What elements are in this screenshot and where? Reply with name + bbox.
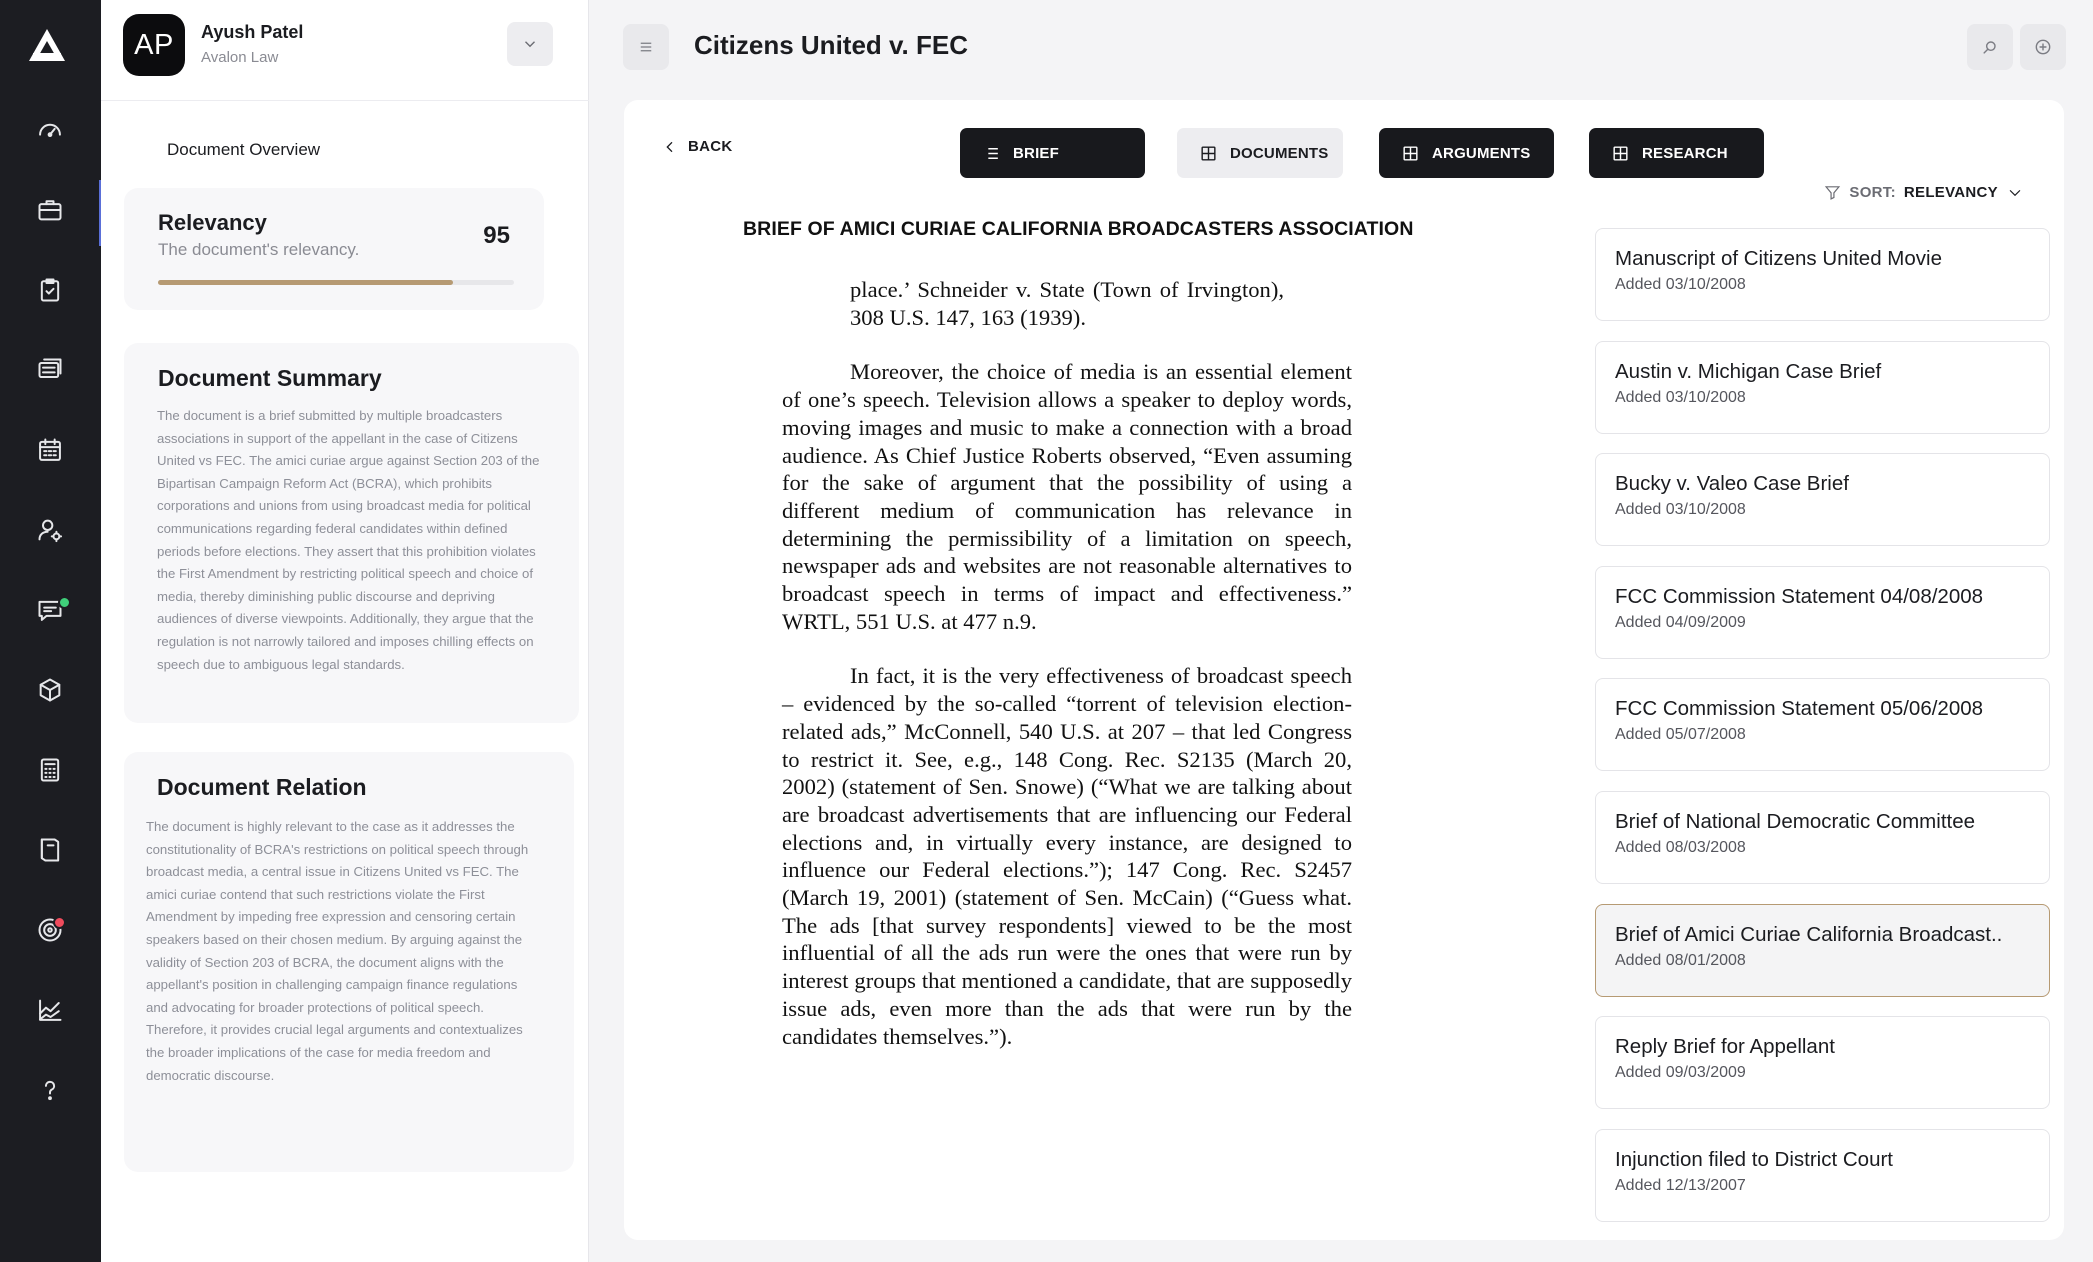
summary-text: The document is a brief submitted by mul… xyxy=(157,408,540,672)
filter-icon xyxy=(1825,186,1841,200)
user-card: AP Ayush Patel Avalon Law xyxy=(123,12,573,80)
document-title: Reply Brief for Appellant xyxy=(1615,1035,1835,1059)
list-icon xyxy=(985,147,998,159)
sort-label: SORT: xyxy=(1849,184,1896,201)
document-title: Austin v. Michigan Case Brief xyxy=(1615,359,1882,383)
relation-title: Document Relation xyxy=(157,774,367,800)
tab-brief[interactable]: BRIEF xyxy=(960,128,1145,178)
document-list-item[interactable]: Manuscript of Citizens United Movie Added… xyxy=(1595,228,2050,321)
user-org: Avalon Law xyxy=(201,49,279,66)
document-paragraph: Moreover, the choice of media is an esse… xyxy=(782,359,1352,634)
document-date: Added 03/10/2008 xyxy=(1615,388,1746,406)
document-paragraph: In fact, it is the very effectiveness of… xyxy=(782,663,1352,1049)
overview-title: Document Overview xyxy=(167,140,321,159)
document-heading: BRIEF OF AMICI CURIAE CALIFORNIA BROADCA… xyxy=(743,218,1414,240)
relevancy-score: 95 xyxy=(483,222,510,249)
relation-text: The document is highly relevant to the c… xyxy=(146,819,529,1083)
document-title: FCC Commission Statement 04/08/2008 xyxy=(1615,584,1984,608)
document-date: Added 08/03/2008 xyxy=(1615,838,1746,856)
calendar-icon[interactable] xyxy=(30,430,70,470)
relation-card: Document Relation The document is highly… xyxy=(124,752,574,1172)
sort-dropdown[interactable]: SORT: RELEVANCY xyxy=(1824,184,2024,201)
clipboard-icon[interactable] xyxy=(30,270,70,310)
document-list-item[interactable]: Injunction filed to District Court Added … xyxy=(1595,1128,2050,1222)
document-list: Manuscript of Citizens United Movie Added… xyxy=(1595,228,2050,1241)
search-icon xyxy=(1983,41,1996,54)
user-menu-button[interactable] xyxy=(507,22,553,66)
icon-rail xyxy=(0,0,102,1262)
tab-research[interactable]: RESEARCH xyxy=(1589,128,1764,178)
chat-badge xyxy=(58,596,71,609)
document-list-item[interactable]: Reply Brief for Appellant Added 09/03/200… xyxy=(1595,1016,2050,1110)
box-icon[interactable] xyxy=(30,670,70,710)
grid-icon xyxy=(1613,145,1628,161)
document-viewer[interactable]: place.’ Schneider v. State (Town of Irvi… xyxy=(782,276,1352,1050)
document-quote-line: place.’ Schneider v. State (Town of Irvi… xyxy=(850,277,1284,330)
target-badge xyxy=(53,916,66,929)
document-date: Added 12/13/2007 xyxy=(1615,1176,1746,1194)
chevron-left-icon xyxy=(666,141,673,152)
help-icon[interactable] xyxy=(30,1070,70,1110)
relevancy-progress xyxy=(158,280,514,285)
grid-icon xyxy=(1201,145,1216,161)
tab-research-label: RESEARCH xyxy=(1642,144,1728,162)
briefcase-icon[interactable] xyxy=(30,190,70,230)
document-list-item[interactable]: Brief of Amici Curiae California Broadca… xyxy=(1595,903,2050,997)
document-list-item[interactable]: Brief of National Democratic Committee Ad… xyxy=(1595,790,2050,884)
calculator-icon[interactable] xyxy=(30,750,70,790)
plus-circle-icon xyxy=(2035,39,2051,55)
page-title: Citizens United v. FEC xyxy=(694,30,968,60)
chart-icon[interactable] xyxy=(30,990,70,1030)
menu-icon xyxy=(640,42,652,52)
document-list-item[interactable]: Austin v. Michigan Case Brief Added 03/10… xyxy=(1595,340,2050,434)
document-date: Added 09/03/2009 xyxy=(1615,1064,1746,1082)
chevron-down-icon xyxy=(525,41,535,48)
back-label: BACK xyxy=(688,138,733,155)
logo-icon[interactable] xyxy=(27,27,67,63)
document-date: Added 03/10/2008 xyxy=(1615,501,1746,519)
sort-value: RELEVANCY xyxy=(1903,184,1998,201)
chevron-down-icon xyxy=(2009,189,2021,197)
menu-button[interactable] xyxy=(623,24,669,70)
summary-title: Document Summary xyxy=(158,365,382,391)
document-title: FCC Commission Statement 05/06/2008 xyxy=(1615,697,1984,721)
relevancy-title: Relevancy xyxy=(158,210,267,235)
document-title: Injunction filed to District Court xyxy=(1615,1147,1894,1171)
dashboard-icon[interactable] xyxy=(30,110,70,150)
document-list-item[interactable]: FCC Commission Statement 04/08/2008 Added… xyxy=(1595,565,2050,659)
top-bar: Citizens United v. FEC xyxy=(589,0,2093,94)
user-settings-icon[interactable] xyxy=(30,510,70,550)
stack-icon[interactable] xyxy=(30,350,70,390)
grid-icon xyxy=(1403,145,1418,161)
document-title: Bucky v. Valeo Case Brief xyxy=(1615,472,1849,496)
document-date: Added 08/01/2008 xyxy=(1615,951,1746,969)
main-panel: BACK BRIEF DOCUMENTS ARGUMENTS RESEARCH … xyxy=(624,100,2064,1240)
target-icon[interactable] xyxy=(30,910,70,950)
tab-documents-label: DOCUMENTS xyxy=(1230,144,1329,162)
document-date: Added 03/10/2008 xyxy=(1615,276,1746,293)
search-button[interactable] xyxy=(1967,24,2013,70)
relevancy-subtitle: The document's relevancy. xyxy=(158,240,360,259)
add-button[interactable] xyxy=(2020,24,2066,70)
avatar[interactable]: AP xyxy=(123,14,185,76)
tab-arguments[interactable]: ARGUMENTS xyxy=(1379,128,1554,178)
document-title: Brief of National Democratic Committee xyxy=(1615,809,1976,833)
back-button[interactable]: BACK xyxy=(662,138,733,155)
divider xyxy=(101,100,589,101)
tab-brief-label: BRIEF xyxy=(1013,144,1059,162)
document-title: Brief of Amici Curiae California Broadca… xyxy=(1615,922,2003,946)
relevancy-progress-fill xyxy=(158,280,454,285)
document-list-item[interactable]: FCC Commission Statement 05/06/2008 Added… xyxy=(1595,678,2050,772)
side-panel: AP Ayush Patel Avalon Law Document Overv… xyxy=(101,0,589,1262)
user-name: Ayush Patel xyxy=(201,22,304,42)
summary-card: Document Summary The document is a brief… xyxy=(124,343,579,723)
document-title: Manuscript of Citizens United Movie xyxy=(1615,247,1942,270)
document-list-item[interactable]: Bucky v. Valeo Case Brief Added 03/10/200… xyxy=(1595,453,2050,547)
tab-documents[interactable]: DOCUMENTS xyxy=(1177,128,1343,178)
relevancy-card: Relevancy The document's relevancy. 95 xyxy=(124,188,544,310)
tab-arguments-label: ARGUMENTS xyxy=(1432,144,1531,162)
document-date: Added 05/07/2008 xyxy=(1615,726,1746,744)
book-icon[interactable] xyxy=(30,830,70,870)
document-date: Added 04/09/2009 xyxy=(1615,613,1746,631)
